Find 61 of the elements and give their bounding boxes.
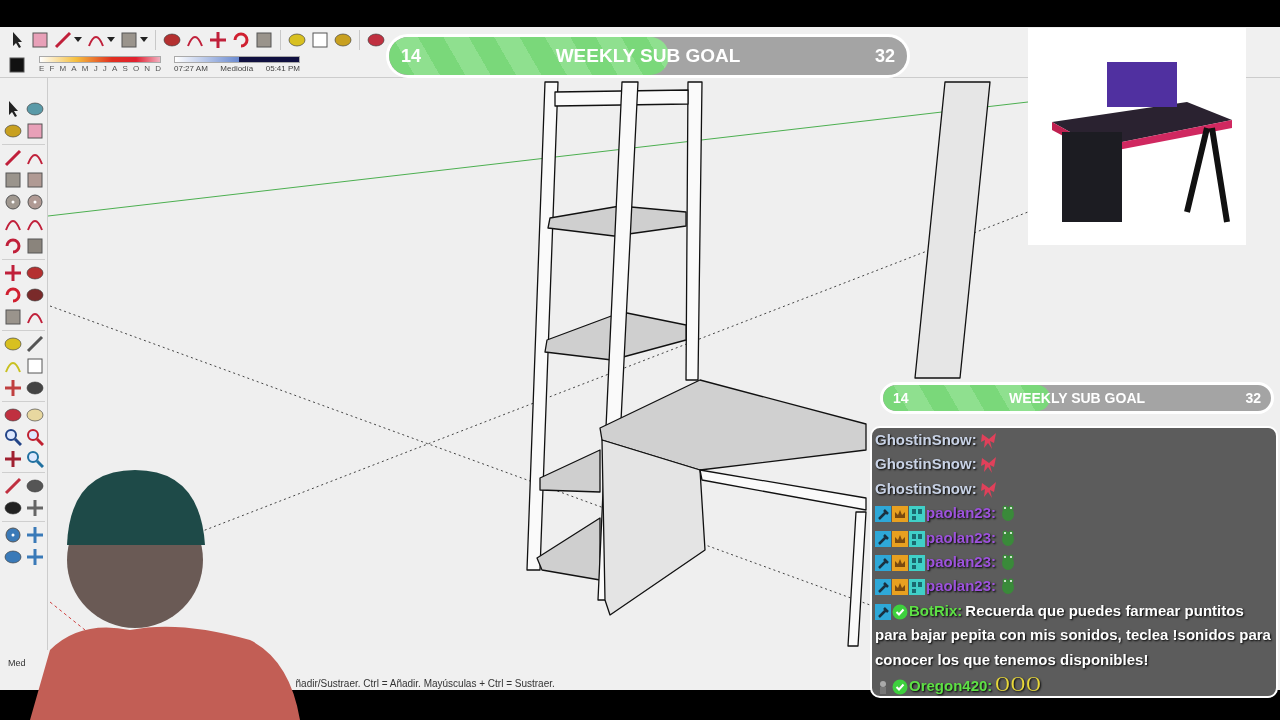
month-label: E bbox=[39, 64, 45, 73]
crown-badge-icon bbox=[892, 530, 908, 547]
hammer-badge-icon bbox=[875, 603, 891, 620]
pencil-icon[interactable] bbox=[54, 30, 72, 49]
chat-username[interactable]: Oregon420: bbox=[909, 677, 993, 695]
goal-title: WEEKLY SUB GOAL bbox=[1008, 390, 1146, 406]
month-label: F bbox=[49, 64, 55, 73]
status-hint: ñadir/Sustraer. Ctrl = Añadir. Mayúsculas + Ctrl = Sustraer. bbox=[295, 678, 555, 689]
circle-icon[interactable] bbox=[4, 193, 22, 211]
hammer-badge-icon bbox=[875, 555, 891, 572]
caret-icon[interactable] bbox=[74, 37, 82, 42]
goal-end-count: 32 bbox=[874, 45, 895, 67]
goal-end-count: 32 bbox=[1245, 390, 1261, 406]
rectangle-icon[interactable] bbox=[120, 30, 138, 49]
hammer-badge-icon bbox=[875, 506, 891, 523]
move-icon[interactable] bbox=[209, 30, 227, 49]
time-label: Mediodía bbox=[220, 64, 254, 73]
goal-title: WEEKLY SUB GOAL bbox=[555, 45, 741, 67]
verified-badge-icon bbox=[892, 603, 908, 620]
rotate-icon[interactable] bbox=[4, 286, 22, 304]
rotate-icon[interactable] bbox=[232, 30, 250, 49]
goal-start-count: 14 bbox=[893, 390, 909, 406]
time-slider-fill[interactable] bbox=[175, 57, 240, 62]
caret-icon[interactable] bbox=[107, 37, 115, 42]
hammer-badge-icon bbox=[875, 530, 891, 547]
month-label: O bbox=[132, 64, 140, 73]
chat-emote-text: OOO bbox=[995, 673, 1042, 696]
chat-username[interactable]: GhostinSnow: bbox=[875, 431, 977, 448]
month-label: N bbox=[144, 64, 151, 73]
chat-message: BotRix: Recuerda que puedes farmear puntitos para bajar pepita con mis sonidos, teclea !sonidos para conocer los que tenemos disponibles! bbox=[875, 600, 1272, 670]
goal-start-count: 14 bbox=[401, 45, 422, 67]
month-label: A bbox=[111, 64, 118, 73]
month-label: J bbox=[93, 64, 98, 73]
time-label: 05:41 PM bbox=[265, 64, 300, 73]
month-label: S bbox=[122, 64, 128, 73]
hammer-badge-icon bbox=[875, 579, 891, 596]
zoom-icon[interactable] bbox=[4, 428, 22, 446]
zoom-window-icon[interactable] bbox=[26, 428, 44, 446]
month-gradient-bar[interactable] bbox=[39, 56, 161, 63]
caret-icon[interactable] bbox=[140, 37, 148, 42]
bow-emote-icon bbox=[979, 479, 998, 500]
measurements-label: Med bbox=[8, 658, 26, 668]
rectangle-icon[interactable] bbox=[4, 171, 22, 189]
time-slider-track[interactable] bbox=[174, 56, 300, 63]
month-label: M bbox=[59, 64, 67, 73]
crown-badge-icon bbox=[892, 579, 908, 596]
move-icon[interactable] bbox=[4, 264, 22, 282]
desk-model-drawing[interactable] bbox=[599, 379, 867, 647]
chat-username[interactable]: BotRix: bbox=[909, 601, 963, 619]
month-label: D bbox=[155, 64, 161, 73]
month-label: J bbox=[102, 64, 107, 73]
post-drawing[interactable] bbox=[914, 81, 991, 379]
chat-username[interactable]: GhostinSnow: bbox=[875, 455, 977, 473]
time-label: 07:27 AM bbox=[174, 64, 208, 73]
crown-badge-icon bbox=[892, 506, 908, 523]
chat-username[interactable]: GhostinSnow: bbox=[875, 479, 977, 497]
pencil-icon[interactable] bbox=[4, 149, 22, 167]
zoom-icon[interactable] bbox=[26, 450, 44, 468]
month-label: M bbox=[81, 64, 89, 73]
crown-badge-icon bbox=[892, 555, 908, 572]
month-label: A bbox=[71, 64, 77, 73]
